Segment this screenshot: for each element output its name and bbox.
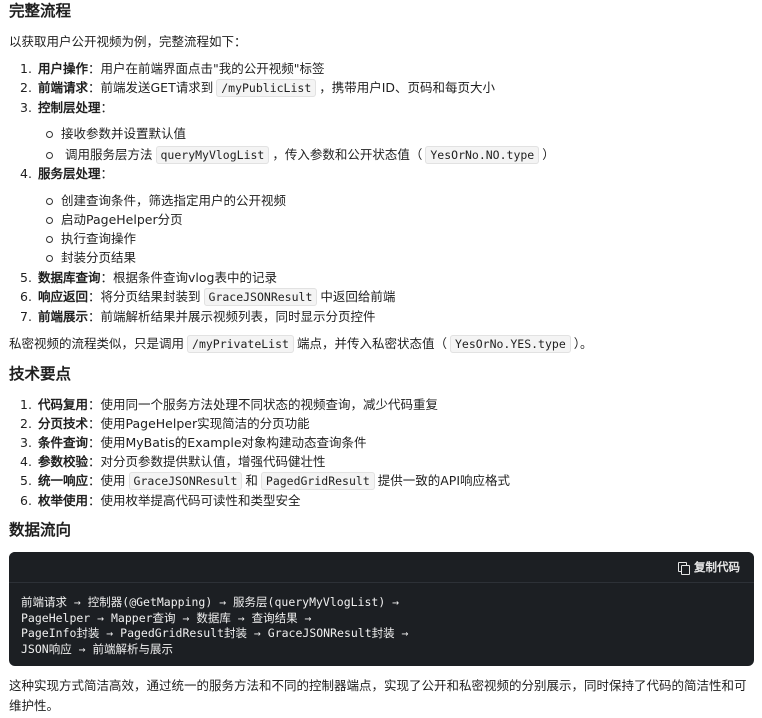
tech-point: 1. 代码复用：使用同一个服务方法处理不同状态的视频查询，减少代码重复 [20,397,439,412]
tech-point: 2. 分页技术：使用PageHelper实现简洁的分页功能 [20,416,310,431]
tech-point: 4. 参数校验：对分页参数提供默认值，增强代码健壮性 [20,454,326,469]
inline-code: PagedGridResult [260,472,375,490]
list-item: 执行查询操作 [46,229,136,248]
list-item: 接收参数并设置默认值 [46,124,186,143]
section-title-flow: 完整流程 [9,2,72,20]
private-note: 私密视频的流程类似，只是调用/myPrivateList 端点，并传入私密状态值（… [9,335,593,353]
code-block-header: 复制代码 [9,552,754,583]
list-item: 调用服务层方法 queryMyVlogList ，传入参数和公开状态值（ YesOrN… [46,145,555,165]
inline-code: YesOrNo.YES.type [449,335,571,353]
list-item: 创建查询条件，筛选指定用户的公开视频 [46,191,286,210]
section-title-dataflow: 数据流向 [9,521,72,539]
code-block: 复制代码 前端请求 → 控制器(@GetMapping) → 服务层(query… [9,552,754,666]
list-item: 启动PageHelper分页 [46,210,183,229]
inline-code: /myPrivateList [187,335,294,353]
intro-text: 以获取用户公开视频为例，完整流程如下： [9,34,247,49]
inline-code: /myPublicList [216,79,317,97]
flow-step: 5. 数据库查询：根据条件查询vlog表中的记录 [20,270,277,285]
inline-code: GraceJSONResult [203,288,318,306]
code-content: 前端请求 → 控制器(@GetMapping) → 服务层(queryMyVlo… [21,595,409,656]
tech-point: 6. 枚举使用：使用枚举提高代码可读性和类型安全 [20,493,301,508]
flow-step: 1. 用户操作：用户在前端界面点击"我的公开视频"标签 [20,61,325,76]
copy-code-button[interactable]: 复制代码 [678,559,740,575]
flow-step: 7. 前端展示：前端解析结果并展示视频列表，同时显示分页控件 [20,309,376,324]
tech-point: 5. 统一响应：使用 GraceJSONResult 和 PagedGridResul… [20,472,511,490]
flow-step: 3. 控制层处理： [20,100,114,115]
document: 完整流程 以获取用户公开视频为例，完整流程如下： 1. 用户操作：用户在前端界面… [0,0,762,718]
section-title-tech: 技术要点 [9,365,72,383]
flow-step: 6. 响应返回：将分页结果封装到 GraceJSONResult 中返回给前端 [20,288,396,306]
flow-step: 4. 服务层处理： [20,166,114,181]
flow-step: 2. 前端请求：前端发送GET请求到/myPublicList ，携带用户ID、页… [20,79,496,97]
copy-code-label: 复制代码 [694,560,740,574]
inline-code: queryMyVlogList [155,146,270,164]
tech-point: 3. 条件查询：使用MyBatis的Example对象构建动态查询条件 [20,435,367,450]
inline-code: YesOrNo.NO.type [425,146,540,164]
closing-text: 这种实现方式简洁高效，通过统一的服务方法和不同的控制器端点，实现了公开和私密视频… [9,678,747,713]
list-item: 封装分页结果 [46,248,136,267]
copy-icon [678,561,690,575]
inline-code: GraceJSONResult [128,472,243,490]
